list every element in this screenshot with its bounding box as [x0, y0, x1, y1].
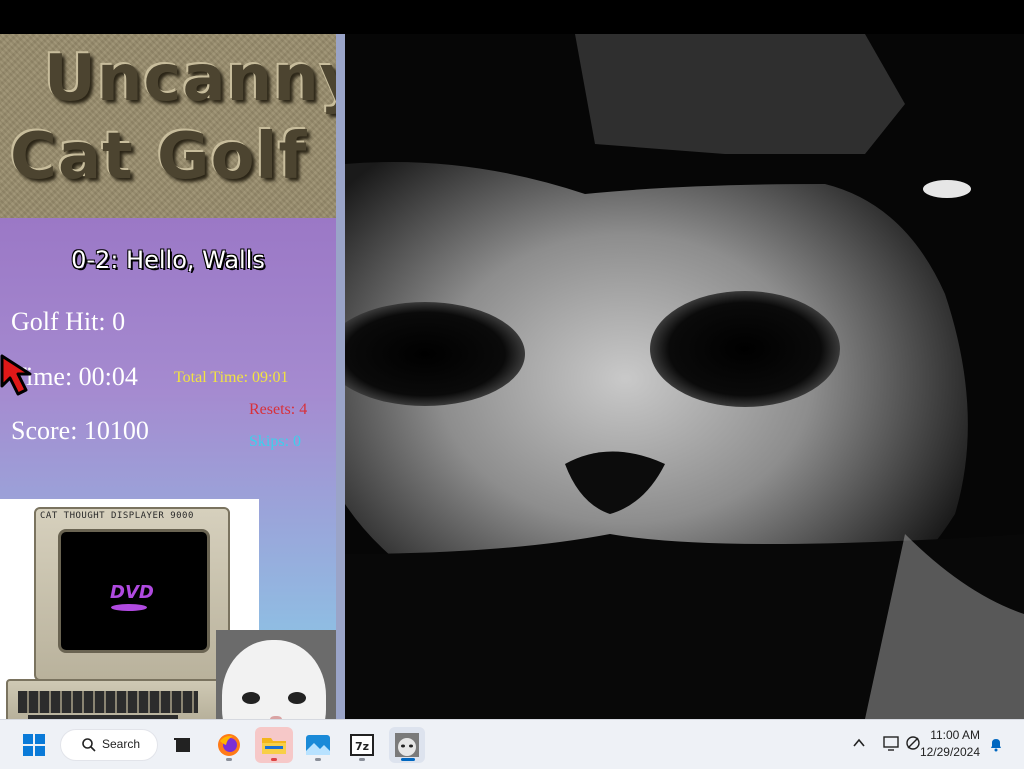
dvd-logo-disc — [111, 604, 147, 611]
game-viewport[interactable] — [345, 34, 1024, 719]
dvd-logo: DVD — [110, 582, 154, 603]
logo-title-line2: Cat Golf — [10, 120, 308, 194]
cat-photo — [216, 630, 336, 719]
cat-photo-right-eye — [288, 692, 306, 704]
skips-counter: Skips: 0 — [249, 433, 302, 450]
file-explorer-running-indicator — [271, 758, 277, 761]
taskbar-search-box[interactable]: Search — [60, 729, 158, 761]
svg-text:7z: 7z — [355, 740, 369, 753]
uncanny-cat-face — [345, 34, 1024, 719]
clock-date[interactable]: 12/29/2024 — [920, 745, 980, 759]
cat-app-active-indicator — [401, 758, 415, 761]
search-icon — [82, 738, 96, 752]
clock-time[interactable]: 11:00 AM — [930, 728, 980, 742]
search-label: Search — [102, 737, 141, 751]
cat-photo-left-eye — [242, 692, 260, 704]
stats-panel: 0-2: Hello, Walls Golf Hit: 0 Time: 00:0… — [0, 218, 336, 719]
notification-bell-icon[interactable] — [988, 736, 1004, 752]
system-tray: 11:00 AM 12/29/2024 — [824, 720, 1024, 769]
keyboard-keys — [18, 691, 198, 713]
golf-hit-counter: Golf Hit: 0 — [11, 307, 126, 336]
firefox-running-indicator — [226, 758, 232, 761]
folder-icon — [262, 738, 286, 754]
resets-counter: Resets: 4 — [249, 401, 308, 418]
game-logo: Uncanny Cat Golf — [0, 34, 336, 218]
computer-screen: DVD — [58, 529, 210, 653]
display-icon[interactable] — [882, 734, 900, 752]
monitor-label: CAT THOUGHT DISPLAYER 9000 — [40, 511, 194, 521]
computer-monitor: CAT THOUGHT DISPLAYER 9000 DVD — [34, 507, 230, 681]
computer-keyboard — [6, 679, 222, 719]
panel-separator — [336, 34, 345, 719]
total-time-display: Total Time: 09:01 — [174, 369, 289, 386]
taskbar: Search 7z 11:00 AM 12/29/2024 — [0, 719, 1024, 769]
game-sidebar: Uncanny Cat Golf 0-2: Hello, Walls Golf … — [0, 34, 336, 719]
level-name: 0-2: Hello, Walls — [71, 246, 265, 274]
7zip-running-indicator — [359, 758, 365, 761]
windows-start-icon[interactable] — [16, 727, 52, 763]
cat-photo-head — [222, 640, 326, 719]
task-view-icon[interactable] — [164, 727, 200, 763]
window-titlebar — [0, 0, 1024, 34]
photos-running-indicator — [315, 758, 321, 761]
cursor-arrow-icon — [0, 354, 32, 396]
score-display: Score: 10100 — [11, 416, 149, 445]
chevron-up-icon[interactable] — [852, 736, 866, 750]
logo-title-line1: Uncanny — [44, 42, 336, 116]
